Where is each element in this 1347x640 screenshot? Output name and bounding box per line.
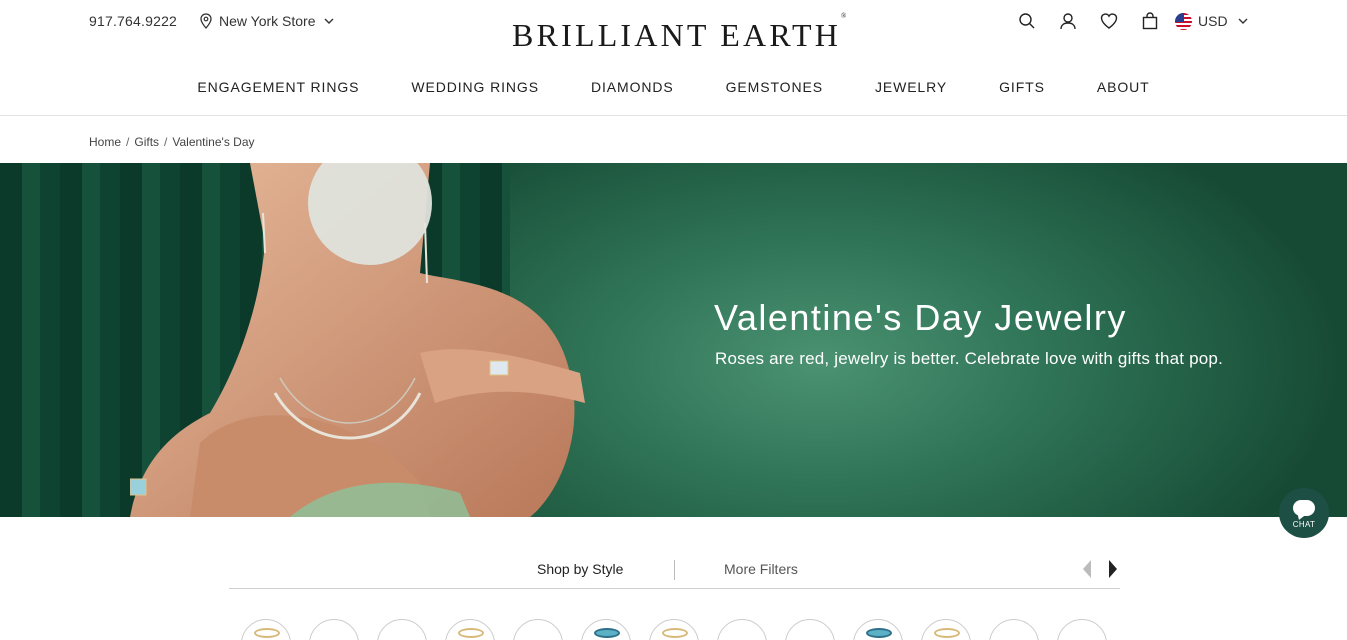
- chevron-down-icon: [1238, 18, 1248, 24]
- chat-label: CHAT: [1292, 519, 1316, 529]
- style-option[interactable]: [717, 619, 767, 640]
- nav-wedding-rings[interactable]: WEDDING RINGS: [411, 79, 539, 95]
- hero-subtitle: Roses are red, jewelry is better. Celebr…: [715, 349, 1223, 368]
- breadcrumb-separator: /: [164, 135, 168, 149]
- filters-divider: [674, 560, 675, 580]
- style-option[interactable]: [785, 619, 835, 640]
- style-option[interactable]: [309, 619, 359, 640]
- style-option[interactable]: [853, 619, 903, 640]
- brand-logo[interactable]: BRILLIANT EARTH®: [512, 12, 846, 54]
- nav-jewelry[interactable]: JEWELRY: [875, 79, 947, 95]
- hero-banner: Valentine's Day Jewelry Roses are red, j…: [0, 163, 1347, 517]
- store-name: New York Store: [219, 13, 316, 29]
- main-nav: ENGAGEMENT RINGS WEDDING RINGS DIAMONDS …: [0, 79, 1347, 95]
- breadcrumb-current: Valentine's Day: [172, 135, 255, 149]
- location-pin-icon: [200, 13, 212, 29]
- breadcrumb-home[interactable]: Home: [89, 135, 121, 149]
- style-option[interactable]: [649, 619, 699, 640]
- site-header: 917.764.9222 New York Store BRILLIANT EA…: [0, 0, 1347, 116]
- carousel-next-icon[interactable]: [1109, 560, 1117, 578]
- style-option[interactable]: [581, 619, 631, 640]
- flag-icon: [1175, 12, 1192, 30]
- chat-bubble-icon: [1293, 499, 1315, 516]
- style-option[interactable]: [445, 619, 495, 640]
- search-icon[interactable]: [1017, 11, 1037, 31]
- style-option[interactable]: [921, 619, 971, 640]
- breadcrumb-separator: /: [126, 135, 130, 149]
- nav-gifts[interactable]: GIFTS: [999, 79, 1045, 95]
- account-icon[interactable]: [1058, 11, 1078, 31]
- nav-about[interactable]: ABOUT: [1097, 79, 1150, 95]
- carousel-prev-icon[interactable]: [1083, 560, 1091, 578]
- breadcrumb-gifts[interactable]: Gifts: [134, 135, 159, 149]
- store-selector[interactable]: New York Store: [199, 13, 334, 29]
- style-option[interactable]: [1057, 619, 1107, 640]
- hero-title: Valentine's Day Jewelry: [714, 297, 1127, 338]
- nav-gemstones[interactable]: GEMSTONES: [726, 79, 823, 95]
- header-icons: USD: [1017, 11, 1248, 31]
- shop-by-style-tab[interactable]: Shop by Style: [537, 561, 623, 577]
- style-carousel: [241, 619, 1107, 640]
- currency-label: USD: [1198, 13, 1228, 29]
- phone-number[interactable]: 917.764.9222: [89, 13, 177, 29]
- style-option[interactable]: [513, 619, 563, 640]
- style-option[interactable]: [241, 619, 291, 640]
- nav-engagement-rings[interactable]: ENGAGEMENT RINGS: [197, 79, 359, 95]
- chat-button[interactable]: CHAT: [1279, 488, 1329, 538]
- filters-bar: Shop by Style More Filters: [229, 557, 1120, 589]
- more-filters-tab[interactable]: More Filters: [724, 561, 798, 577]
- currency-selector[interactable]: USD: [1175, 12, 1248, 30]
- heart-icon[interactable]: [1099, 11, 1119, 31]
- chevron-down-icon: [324, 18, 333, 24]
- style-option[interactable]: [989, 619, 1039, 640]
- style-option[interactable]: [377, 619, 427, 640]
- breadcrumb: Home / Gifts / Valentine's Day: [89, 135, 255, 149]
- hero-model-image: [130, 163, 585, 517]
- bag-icon[interactable]: [1140, 11, 1160, 31]
- nav-diamonds[interactable]: DIAMONDS: [591, 79, 674, 95]
